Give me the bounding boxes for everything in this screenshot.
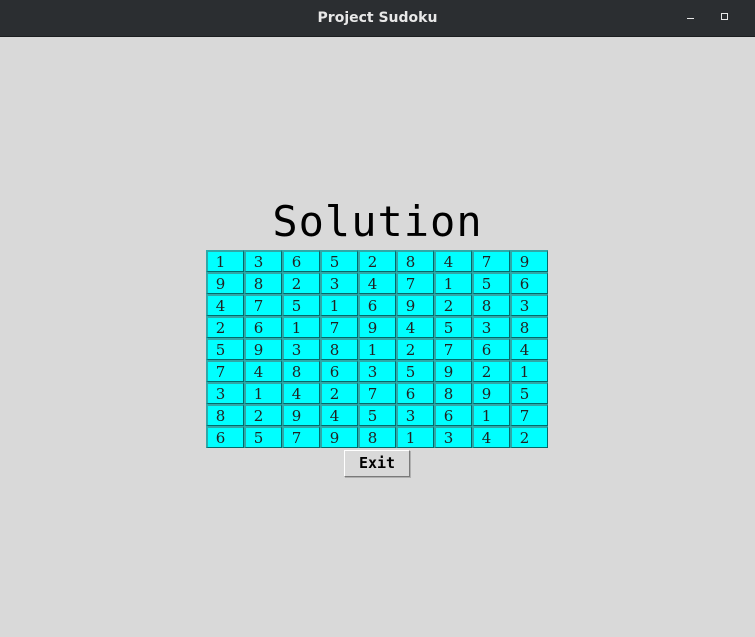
minimize-button[interactable] (681, 8, 701, 28)
grid-cell: 1 (320, 294, 358, 316)
grid-cell: 2 (510, 426, 548, 448)
grid-cell: 3 (244, 250, 282, 272)
grid-cell: 1 (282, 316, 320, 338)
grid-cell: 5 (206, 338, 244, 360)
grid-cell: 2 (472, 360, 510, 382)
grid-cell: 7 (510, 404, 548, 426)
grid-cell: 1 (244, 382, 282, 404)
grid-cell: 4 (434, 250, 472, 272)
app-window: Project Sudoku Solution 1365284799823471… (0, 0, 755, 637)
grid-cell: 8 (206, 404, 244, 426)
grid-cell: 6 (510, 272, 548, 294)
grid-cell: 7 (320, 316, 358, 338)
exit-button[interactable]: Exit (344, 450, 410, 477)
grid-cell: 7 (358, 382, 396, 404)
grid-cell: 8 (320, 338, 358, 360)
minimize-icon (687, 18, 694, 19)
grid-cell: 3 (320, 272, 358, 294)
grid-cell: 9 (358, 316, 396, 338)
grid-cell: 5 (358, 404, 396, 426)
grid-cell: 6 (282, 250, 320, 272)
grid-cell: 4 (510, 338, 548, 360)
grid-cell: 8 (282, 360, 320, 382)
grid-cell: 6 (244, 316, 282, 338)
grid-cell: 7 (244, 294, 282, 316)
grid-cell: 8 (358, 426, 396, 448)
grid-cell: 2 (396, 338, 434, 360)
grid-cell: 3 (358, 360, 396, 382)
grid-cell: 2 (358, 250, 396, 272)
grid-cell: 2 (206, 316, 244, 338)
grid-cell: 1 (434, 272, 472, 294)
grid-cell: 8 (244, 272, 282, 294)
grid-cell: 1 (472, 404, 510, 426)
grid-cell: 7 (396, 272, 434, 294)
grid-cell: 3 (282, 338, 320, 360)
grid-cell: 4 (472, 426, 510, 448)
grid-cell: 6 (396, 382, 434, 404)
title-bar: Project Sudoku (0, 0, 755, 37)
grid-cell: 8 (472, 294, 510, 316)
grid-cell: 9 (244, 338, 282, 360)
grid-cell: 5 (320, 250, 358, 272)
grid-cell: 8 (396, 250, 434, 272)
grid-cell: 2 (244, 404, 282, 426)
grid-cell: 7 (282, 426, 320, 448)
grid-cell: 4 (396, 316, 434, 338)
grid-cell: 4 (320, 404, 358, 426)
grid-cell: 1 (206, 250, 244, 272)
grid-cell: 9 (282, 404, 320, 426)
grid-cell: 4 (244, 360, 282, 382)
grid-cell: 7 (206, 360, 244, 382)
solution-heading: Solution (272, 197, 483, 246)
grid-cell: 4 (206, 294, 244, 316)
grid-cell: 6 (358, 294, 396, 316)
grid-cell: 1 (358, 338, 396, 360)
grid-cell: 5 (472, 272, 510, 294)
grid-cell: 5 (510, 382, 548, 404)
grid-cell: 3 (206, 382, 244, 404)
grid-cell: 8 (510, 316, 548, 338)
grid-cell: 5 (434, 316, 472, 338)
grid-cell: 1 (396, 426, 434, 448)
grid-cell: 5 (244, 426, 282, 448)
grid-cell: 5 (396, 360, 434, 382)
maximize-button[interactable] (715, 8, 735, 28)
grid-cell: 9 (206, 272, 244, 294)
grid-cell: 9 (396, 294, 434, 316)
grid-cell: 6 (206, 426, 244, 448)
grid-cell: 6 (320, 360, 358, 382)
window-title: Project Sudoku (317, 10, 438, 26)
grid-cell: 9 (510, 250, 548, 272)
grid-cell: 8 (434, 382, 472, 404)
grid-cell: 7 (472, 250, 510, 272)
grid-cell: 3 (510, 294, 548, 316)
grid-cell: 3 (434, 426, 472, 448)
grid-cell: 3 (472, 316, 510, 338)
grid-cell: 9 (472, 382, 510, 404)
grid-cell: 4 (358, 272, 396, 294)
grid-cell: 5 (282, 294, 320, 316)
grid-cell: 9 (434, 360, 472, 382)
grid-cell: 6 (434, 404, 472, 426)
sudoku-solution-grid: 1365284799823471564751692832617945385938… (206, 250, 548, 448)
grid-cell: 2 (282, 272, 320, 294)
grid-cell: 2 (320, 382, 358, 404)
maximize-icon (721, 13, 728, 20)
grid-cell: 4 (282, 382, 320, 404)
grid-cell: 2 (434, 294, 472, 316)
grid-cell: 7 (434, 338, 472, 360)
grid-cell: 9 (320, 426, 358, 448)
grid-cell: 1 (510, 360, 548, 382)
grid-cell: 6 (472, 338, 510, 360)
grid-cell: 3 (396, 404, 434, 426)
